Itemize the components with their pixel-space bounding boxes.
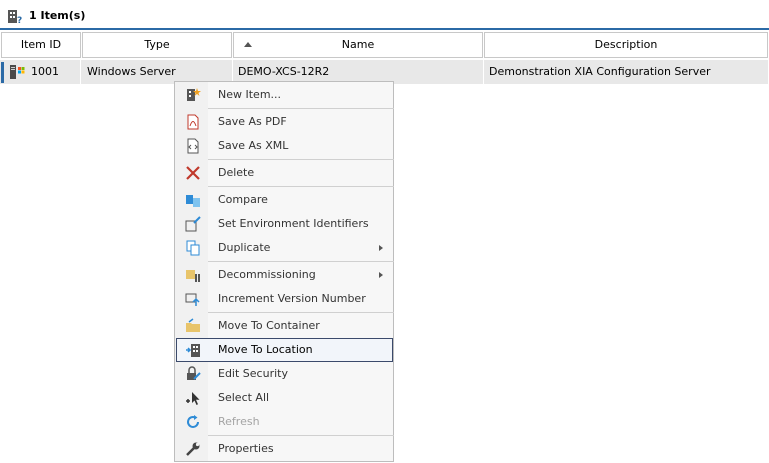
column-header-item-id[interactable]: Item ID [1, 32, 81, 58]
column-header-description[interactable]: Description [484, 32, 768, 58]
menu-item-compare[interactable]: Compare [176, 188, 393, 212]
row-selection-marker [1, 62, 4, 83]
delete-icon [186, 166, 200, 180]
menu-item-move-to-location[interactable]: Move To Location [176, 338, 393, 362]
new-item-icon [187, 88, 201, 101]
cell-description: Demonstration XIA Configuration Server [484, 60, 769, 84]
menu-item-properties[interactable]: Properties [176, 437, 393, 461]
container-icon [186, 318, 200, 332]
submenu-arrow-icon [379, 272, 383, 278]
select-all-icon [186, 392, 200, 405]
refresh-icon [187, 415, 199, 428]
column-header-type[interactable]: Type [82, 32, 232, 58]
menu-separator [208, 108, 394, 109]
version-icon [185, 293, 200, 306]
menu-separator [208, 312, 394, 313]
menu-separator [208, 261, 394, 262]
menu-item-set-environment-identifiers[interactable]: Set Environment Identifiers [176, 212, 393, 236]
menu-item-decommissioning[interactable]: Decommissioning [176, 263, 393, 287]
submenu-arrow-icon [379, 245, 383, 251]
items-header: ? 1 Item(s) [0, 0, 769, 30]
menu-separator [208, 159, 394, 160]
column-header-name[interactable]: Name [233, 32, 483, 58]
menu-item-increment-version-number[interactable]: Increment Version Number [176, 287, 393, 311]
sort-ascending-icon [244, 42, 252, 47]
menu-item-select-all[interactable]: Select All [176, 386, 393, 410]
menu-item-move-to-container[interactable]: Move To Container [176, 314, 393, 338]
menu-item-refresh: Refresh [176, 410, 393, 434]
location-icon [186, 344, 200, 357]
compare-icon [186, 195, 200, 207]
cell-item-id: 1001 [27, 60, 81, 84]
wrench-icon [186, 442, 200, 456]
context-menu: New Item... Save As PDF Save As XML Dele… [174, 81, 394, 462]
menu-separator [208, 435, 394, 436]
menu-item-edit-security[interactable]: Edit Security [176, 362, 393, 386]
menu-item-save-as-pdf[interactable]: Save As PDF [176, 110, 393, 134]
menu-item-new-item[interactable]: New Item... [176, 83, 393, 107]
server-icon [10, 65, 25, 79]
item-count: 1 Item(s) [29, 9, 86, 22]
duplicate-icon [186, 240, 200, 256]
pdf-icon [187, 114, 199, 130]
environment-icon [185, 216, 201, 232]
building-query-icon: ? [8, 10, 22, 24]
xml-icon [187, 138, 199, 154]
menu-separator [208, 186, 394, 187]
security-icon [187, 366, 201, 380]
menu-item-duplicate[interactable]: Duplicate [176, 236, 393, 260]
decommission-icon [186, 270, 200, 282]
menu-item-delete[interactable]: Delete [176, 161, 393, 185]
svg-text:?: ? [17, 16, 22, 24]
menu-item-save-as-xml[interactable]: Save As XML [176, 134, 393, 158]
